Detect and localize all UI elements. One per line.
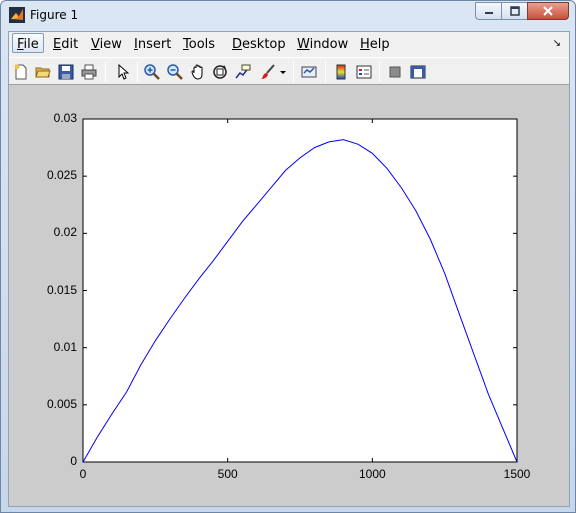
title-bar[interactable]: Figure 1 xyxy=(1,1,575,29)
link-plot-button[interactable] xyxy=(299,62,319,82)
dropdown-arrow-icon xyxy=(280,71,286,74)
edit-plot-arrow-icon xyxy=(118,64,130,80)
toolbar-separator xyxy=(293,62,294,82)
menu-insert-label: Insert xyxy=(134,37,172,52)
toolbar-separator xyxy=(325,62,326,82)
axes-background xyxy=(82,118,518,463)
menu-tools[interactable]: Tools xyxy=(179,35,219,55)
open-file-icon xyxy=(35,67,51,78)
dock-arrow-icon[interactable]: ↘ xyxy=(553,38,561,49)
zoom-out-icon xyxy=(167,64,183,80)
menu-view[interactable]: View xyxy=(87,35,126,55)
menu-edit-label: Edit xyxy=(53,37,79,52)
brush-icon xyxy=(261,64,275,79)
menu-insert[interactable]: Insert xyxy=(130,35,175,55)
save-button[interactable] xyxy=(56,62,76,82)
show-plot-tools-button[interactable] xyxy=(408,62,428,82)
figure-toolbar xyxy=(9,57,569,85)
x-tick-label: 1500 xyxy=(503,467,531,481)
plot-area: 0 0.005 0.01 0.015 0.02 0.025 0.03 0 500 1000 1500 xyxy=(9,86,569,506)
y-tick-label: 0.01 xyxy=(53,339,77,354)
brush-dropdown-button[interactable] xyxy=(277,62,289,82)
menu-desktop[interactable]: Desktop xyxy=(228,35,290,55)
x-tick-label: 500 xyxy=(217,467,238,481)
menu-file-label: File xyxy=(17,37,39,52)
close-button[interactable] xyxy=(527,2,569,20)
y-tick-label: 0.005 xyxy=(46,396,77,411)
brush-button[interactable] xyxy=(258,62,278,82)
y-tick-label: 0.03 xyxy=(53,111,77,125)
menu-file[interactable]: File xyxy=(12,33,44,53)
restore-icon xyxy=(509,6,520,16)
rotate-3d-icon xyxy=(213,65,227,79)
zoom-in-button[interactable] xyxy=(142,62,162,82)
menu-bar: File Edit View Insert Tools Desktop Wind… xyxy=(9,32,569,57)
minimize-icon xyxy=(484,12,493,14)
matlab-logo-icon xyxy=(9,7,25,23)
menu-desktop-label: Desktop xyxy=(232,37,286,52)
x-tick-label: 0 xyxy=(79,467,87,481)
new-figure-button[interactable] xyxy=(11,62,31,82)
close-icon xyxy=(543,6,553,16)
hide-plot-tools-icon xyxy=(389,66,401,78)
menu-tools-label: Tools xyxy=(183,37,216,52)
menu-window[interactable]: Window xyxy=(293,35,352,55)
menu-view-label: View xyxy=(91,37,122,52)
menu-help-label: Help xyxy=(360,37,390,52)
y-tick-label: 0 xyxy=(70,454,77,468)
print-button[interactable] xyxy=(79,62,99,82)
window-title: Figure 1 xyxy=(30,8,79,22)
toolbar-separator xyxy=(137,62,138,82)
link-plot-icon xyxy=(301,66,317,78)
data-cursor-button[interactable] xyxy=(233,62,253,82)
zoom-in-icon xyxy=(144,64,160,80)
legend-button[interactable] xyxy=(354,62,374,82)
rotate-3d-button[interactable] xyxy=(210,62,230,82)
toolbar-separator xyxy=(105,62,106,82)
figure-client-area: File Edit View Insert Tools Desktop Wind… xyxy=(8,31,570,507)
open-file-button[interactable] xyxy=(33,62,53,82)
colorbar-button[interactable] xyxy=(331,62,351,82)
data-cursor-icon xyxy=(235,64,251,79)
hide-plot-tools-button[interactable] xyxy=(385,62,405,82)
print-icon xyxy=(81,64,97,80)
new-figure-icon xyxy=(14,64,27,80)
restore-button[interactable] xyxy=(501,2,527,20)
y-tick-label: 0.02 xyxy=(53,225,77,240)
minimize-button[interactable] xyxy=(475,2,501,20)
menu-edit[interactable]: Edit xyxy=(49,35,82,55)
colorbar-icon xyxy=(336,64,346,80)
line-chart[interactable] xyxy=(9,86,569,506)
zoom-out-button[interactable] xyxy=(165,62,185,82)
legend-icon xyxy=(356,65,372,79)
toolbar-separator xyxy=(379,62,380,82)
edit-plot-button[interactable] xyxy=(112,62,132,82)
figure-window: Figure 1 File Edit View Insert Tools Des… xyxy=(0,0,576,513)
pan-button[interactable] xyxy=(188,62,208,82)
menu-window-label: Window xyxy=(297,37,349,52)
save-icon xyxy=(58,64,74,80)
pan-hand-icon xyxy=(191,64,203,80)
y-tick-label: 0.015 xyxy=(46,282,77,297)
menu-help[interactable]: Help xyxy=(356,35,394,55)
show-plot-tools-icon xyxy=(410,65,426,79)
x-tick-label: 1000 xyxy=(358,467,386,481)
y-tick-label: 0.025 xyxy=(46,168,77,183)
